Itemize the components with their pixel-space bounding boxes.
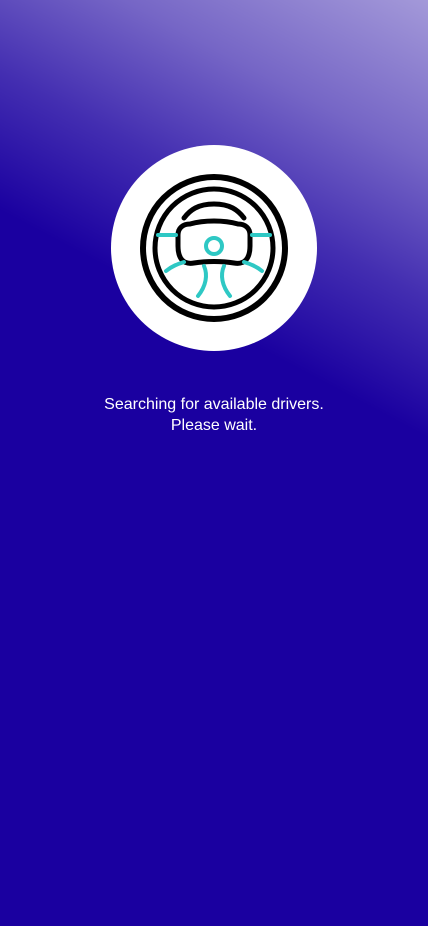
steering-wheel-icon (140, 174, 288, 322)
background-sheen (0, 0, 428, 926)
status-line-1: Searching for available drivers. (104, 396, 324, 413)
icon-circle (111, 145, 317, 351)
searching-screen: Searching for available drivers. Please … (0, 0, 428, 926)
status-line-2: Please wait. (170, 417, 258, 434)
status-message: Searching for available drivers. Please … (0, 394, 428, 436)
